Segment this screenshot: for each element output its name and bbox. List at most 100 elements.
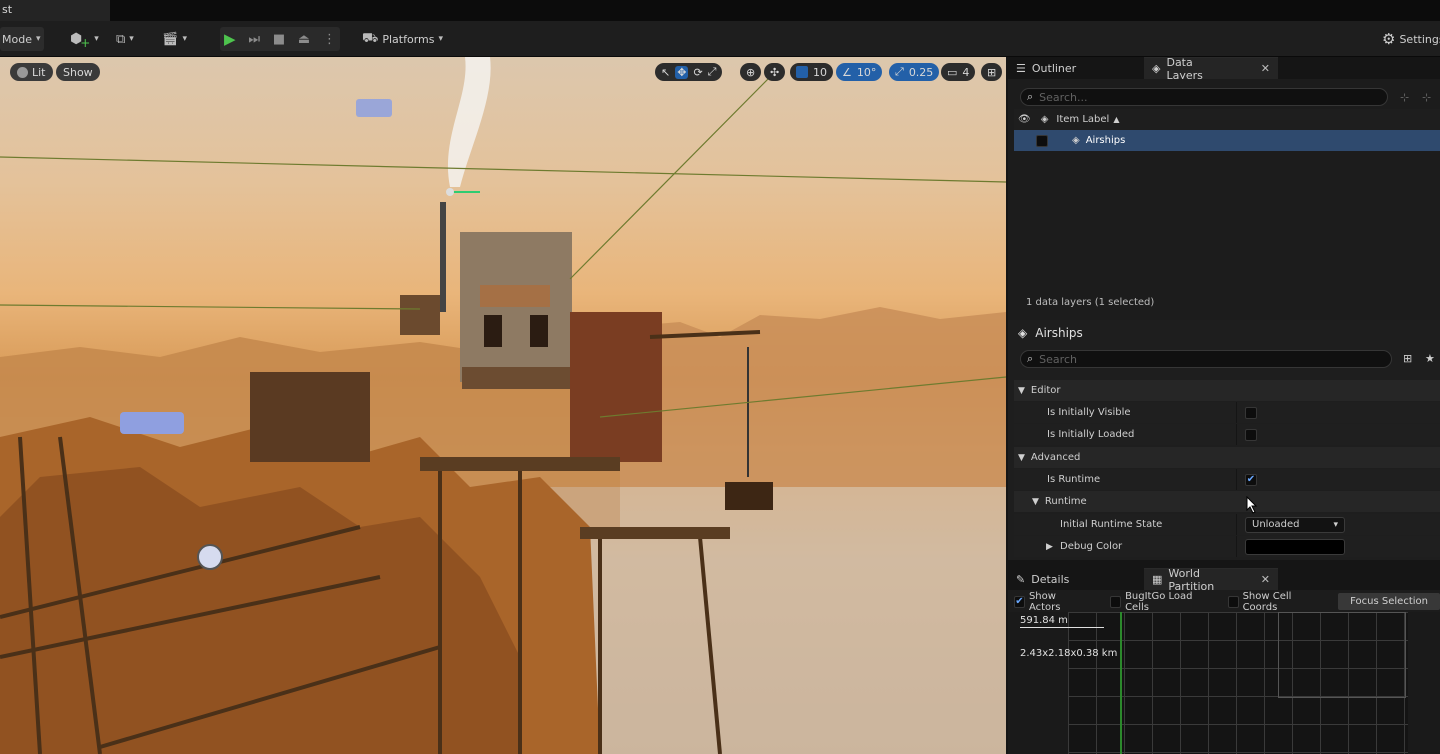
- camera-icon: ▭: [947, 65, 958, 79]
- chevron-down-icon: ▼: [1018, 385, 1025, 396]
- tab-data-layers-label: Data Layers: [1166, 55, 1203, 82]
- tab-details[interactable]: ✎ Details: [1008, 568, 1077, 590]
- settings-button[interactable]: ⚙ Settings: [1382, 27, 1440, 51]
- level-tab[interactable]: st: [0, 0, 110, 21]
- coordinate-space-button[interactable]: ⊕: [740, 63, 762, 81]
- mode-dropdown[interactable]: Mode ▾: [0, 27, 44, 51]
- stop-icon[interactable]: ■: [273, 32, 285, 47]
- debug-color-swatch[interactable]: [1245, 538, 1345, 555]
- prop-label: Is Initially Loaded: [1047, 429, 1135, 440]
- category-advanced-label: Advanced: [1030, 452, 1081, 463]
- is-runtime-checkbox[interactable]: ✔: [1236, 469, 1440, 490]
- chevron-down-icon: ▾: [35, 34, 41, 44]
- layers-icon: ◈: [1152, 62, 1161, 75]
- cinematics-button[interactable]: 🎬︎ ▾: [162, 27, 187, 51]
- debug-color-field: [1236, 536, 1440, 557]
- category-runtime[interactable]: ▼ Runtime: [1014, 491, 1440, 512]
- is-initially-loaded-checkbox[interactable]: [1236, 424, 1440, 445]
- list-item[interactable]: ◈ Airships: [1014, 130, 1440, 151]
- bugitgo-label: BugItGo Load Cells: [1125, 590, 1193, 613]
- chevron-down-icon: ▾: [129, 34, 134, 44]
- item-label-header[interactable]: Item Label: [1056, 114, 1109, 125]
- world-partition-map[interactable]: 591.84 m 2.43x2.18x0.38 km: [1008, 612, 1440, 754]
- play-icon[interactable]: ▶: [224, 30, 236, 48]
- search-icon: ⌕: [1027, 352, 1034, 365]
- blueprint-button[interactable]: ⧉ ▾: [116, 27, 134, 51]
- chevron-down-icon: ▾: [182, 34, 188, 44]
- blueprint-icon: ⧉: [116, 31, 126, 47]
- tab-data-layers[interactable]: ◈ Data Layers ✕: [1144, 55, 1278, 82]
- table-view-icon[interactable]: ⊞: [1403, 352, 1412, 365]
- category-editor[interactable]: ▼ Editor: [1014, 380, 1440, 401]
- gear-icon: ⚙: [1382, 30, 1396, 48]
- select-arrow-icon[interactable]: ↖: [661, 66, 670, 79]
- close-icon[interactable]: ✕: [1261, 62, 1270, 75]
- data-layers-search-input[interactable]: ⌕ Search...: [1020, 88, 1388, 106]
- tab-world-partition[interactable]: ▦ World Partition ✕: [1144, 566, 1278, 593]
- search-placeholder: Search: [1039, 352, 1077, 366]
- platforms-label: Platforms: [382, 32, 435, 46]
- is-initially-visible-checkbox[interactable]: [1236, 402, 1440, 423]
- scale-snap-icon: ⤢: [895, 65, 904, 78]
- checkbox-box[interactable]: [1245, 428, 1257, 441]
- globe-icon: ⊕: [746, 65, 756, 79]
- platforms-dropdown[interactable]: ⛟ Platforms ▾: [362, 27, 443, 51]
- rotate-snap-button[interactable]: ∠ 10°: [836, 63, 883, 81]
- lit-label: Lit: [32, 65, 46, 79]
- step-forward-icon[interactable]: ⏭: [248, 32, 260, 47]
- eye-icon[interactable]: 👁︎: [1018, 114, 1031, 125]
- plus-icon: +: [80, 36, 91, 50]
- scale-readout: 591.84 m: [1020, 615, 1104, 628]
- layer-details-title: ◈ Airships: [1018, 326, 1083, 340]
- viewport-layout-button[interactable]: ⊞: [981, 63, 1003, 81]
- show-label: Show: [63, 65, 93, 79]
- rotate-icon[interactable]: ⟳: [693, 66, 702, 79]
- chevron-down-icon: ▼: [1018, 452, 1025, 463]
- prop-label: Is Initially Visible: [1047, 407, 1131, 418]
- sort-ascending-icon: ▲: [1113, 115, 1120, 124]
- checkmark-icon[interactable]: ✔: [1245, 473, 1257, 486]
- clapper-icon: 🎬︎: [162, 31, 179, 47]
- show-button[interactable]: Show: [56, 63, 100, 81]
- tab-world-partition-label: World Partition: [1168, 566, 1215, 593]
- bugitgo-checkbox[interactable]: [1110, 595, 1122, 608]
- chevron-down-icon: ▾: [438, 34, 444, 44]
- layers-icon: ◈: [1072, 135, 1080, 146]
- surface-snap-button[interactable]: ✣: [764, 63, 786, 81]
- checkbox-box[interactable]: [1245, 406, 1257, 419]
- chevron-down-icon: ▾: [1333, 519, 1338, 530]
- eject-icon[interactable]: ⏏: [298, 32, 310, 47]
- level-viewport[interactable]: Lit Show ↖ ✥ ⟳ ⤢ ⊕ ✣ 10 ∠ 10° ⤢ 0.25 ▭ 4…: [0, 57, 1006, 754]
- focus-selection-button[interactable]: Focus Selection: [1338, 593, 1440, 610]
- category-advanced[interactable]: ▼ Advanced: [1014, 447, 1440, 468]
- add-actor-button[interactable]: ⬢ + ▾: [70, 27, 99, 51]
- prop-label: Initial Runtime State: [1060, 519, 1163, 530]
- lit-mode-button[interactable]: Lit: [10, 63, 53, 81]
- initial-runtime-state-field: Unloaded ▾: [1236, 514, 1440, 535]
- close-icon[interactable]: ✕: [1261, 573, 1270, 586]
- scale-icon[interactable]: ⤢: [708, 65, 717, 79]
- layer-name: Airships: [1085, 135, 1126, 146]
- initial-runtime-state-dropdown[interactable]: Unloaded ▾: [1245, 516, 1345, 533]
- tab-outliner[interactable]: ☰ Outliner: [1008, 57, 1084, 79]
- main-toolbar: Mode ▾ ⬢ + ▾ ⧉ ▾ 🎬︎ ▾ ▶ ⏭ ■ ⏏ ⋮ ⛟ Platfo…: [0, 21, 1440, 57]
- chevron-right-icon[interactable]: ▶: [1046, 542, 1053, 552]
- scale-snap-button[interactable]: ⤢ 0.25: [889, 63, 940, 81]
- filter-icon[interactable]: ⊹: [1422, 91, 1431, 104]
- show-actors-checkbox[interactable]: ✔: [1014, 595, 1025, 608]
- dropdown-value: Unloaded: [1252, 519, 1300, 530]
- mode-label: Mode: [2, 32, 32, 46]
- sphere-icon: [17, 66, 28, 78]
- visibility-checkbox[interactable]: [1036, 134, 1048, 147]
- camera-speed-button[interactable]: ▭ 4: [941, 63, 976, 81]
- star-icon[interactable]: ★: [1425, 352, 1435, 365]
- move-icon[interactable]: ✥: [675, 65, 689, 79]
- show-actors-label: Show Actors: [1028, 590, 1061, 613]
- data-layers-status: 1 data layers (1 selected): [1026, 297, 1155, 308]
- layers-icon: ◈: [1018, 326, 1028, 340]
- show-cell-coords-checkbox[interactable]: [1227, 595, 1239, 608]
- grid-snap-button[interactable]: 10: [790, 63, 833, 81]
- details-search-input[interactable]: ⌕ Search: [1020, 350, 1392, 368]
- add-layer-icon[interactable]: ⊹: [1400, 91, 1409, 104]
- more-options-icon[interactable]: ⋮: [323, 32, 336, 47]
